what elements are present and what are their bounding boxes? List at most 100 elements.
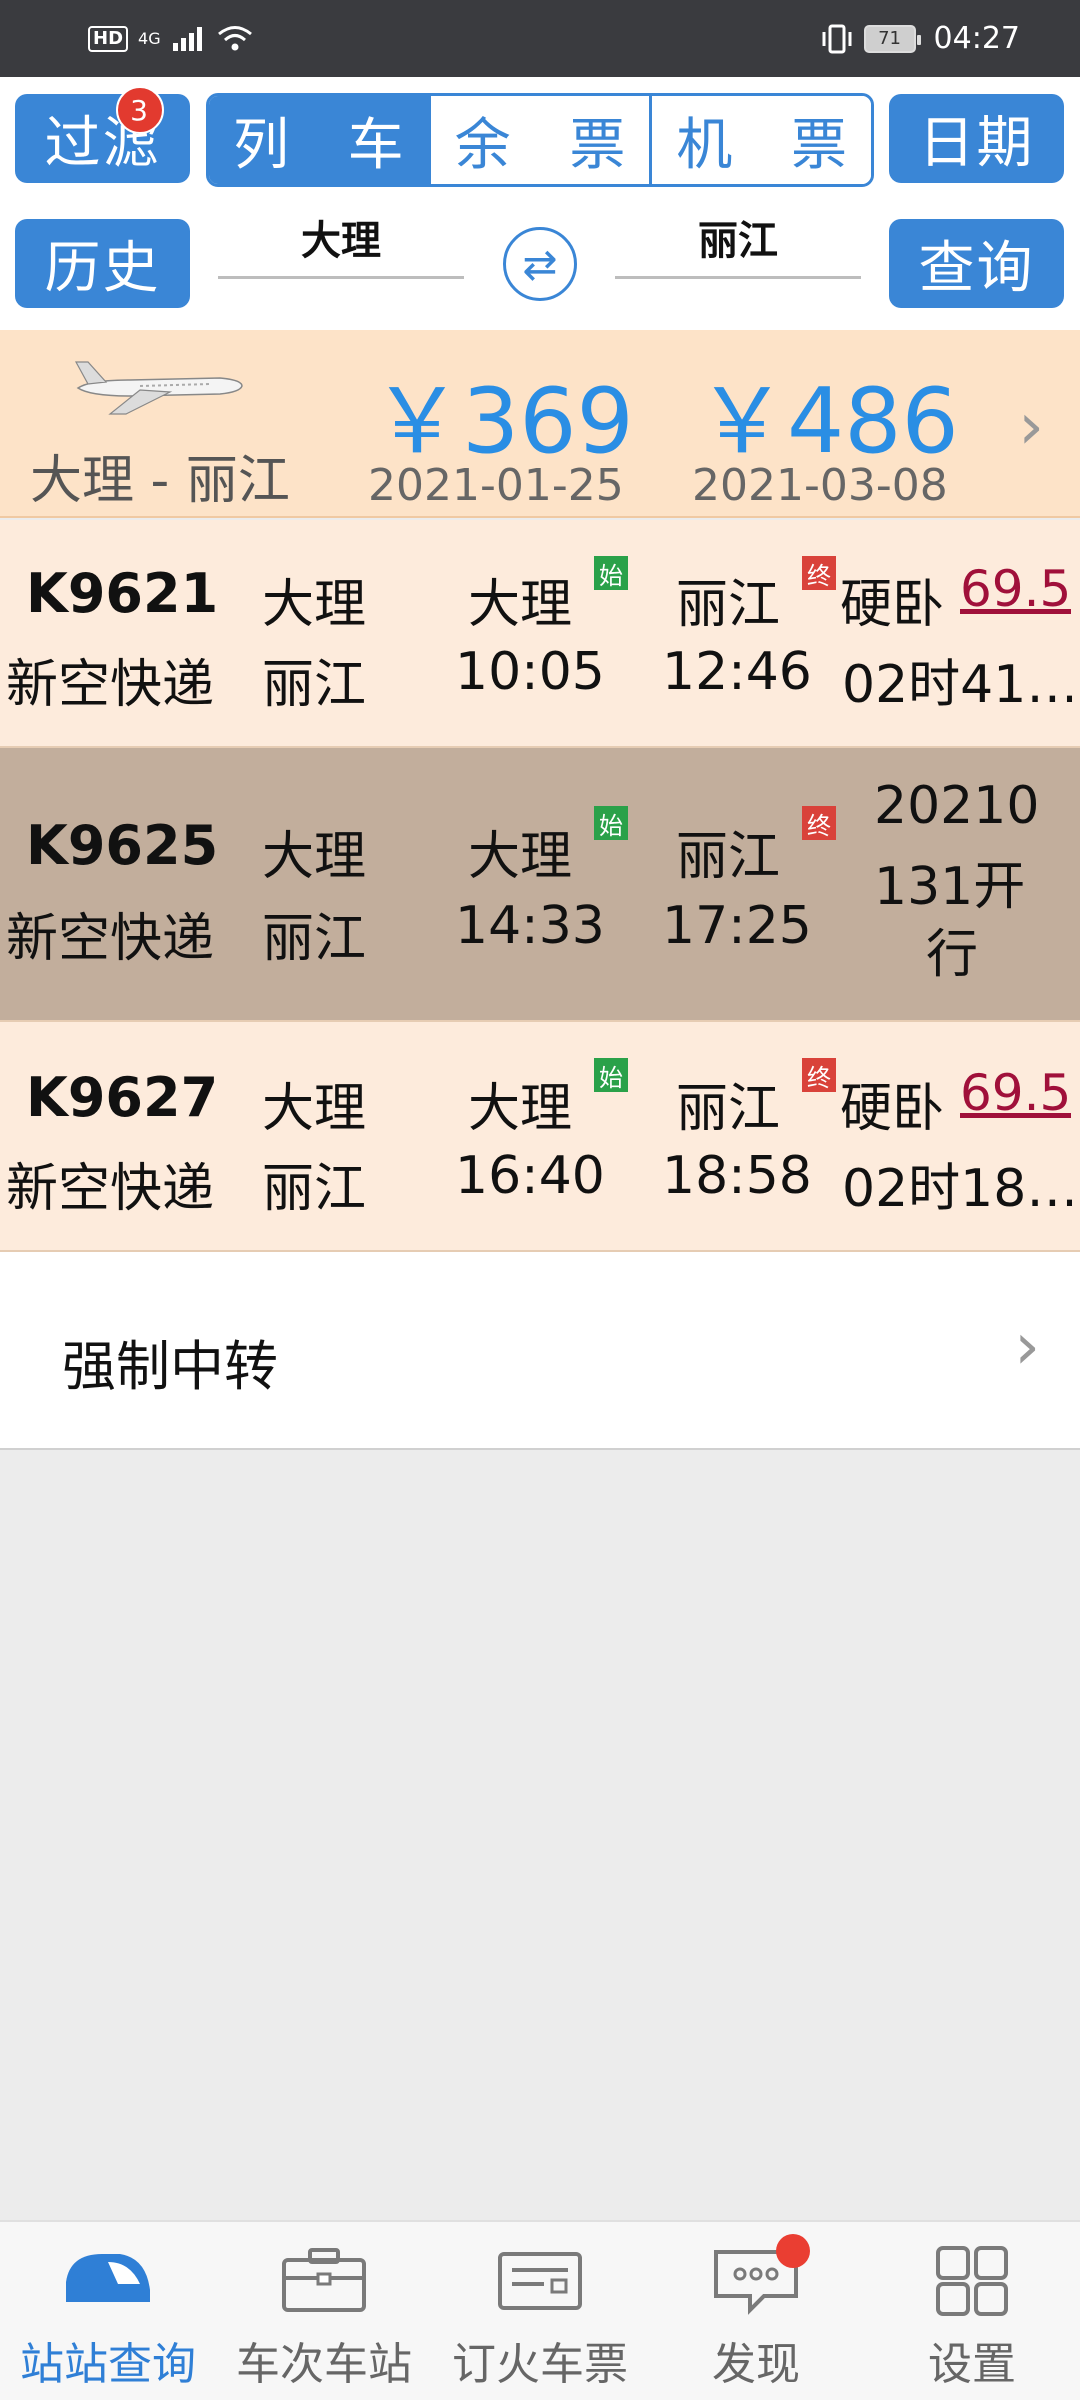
train-code: K9625 [26, 814, 219, 877]
chevron-right-icon: › [1014, 1310, 1040, 1384]
end-station-tag: 终 [802, 806, 836, 840]
nav-settings[interactable]: 设置 [864, 2222, 1080, 2400]
start-date-note-line-1: 20210 [874, 776, 1040, 836]
grid-icon [936, 2246, 1008, 2316]
departure-station: 大理 [468, 1079, 573, 1139]
arrival-station: 丽江 [676, 827, 781, 887]
end-station-tag: 终 [802, 1058, 836, 1092]
chevron-right-icon: › [1018, 390, 1044, 464]
vibrate-icon [822, 24, 852, 53]
wifi-icon [217, 25, 252, 50]
terminal-station: 丽江 [262, 1159, 367, 1219]
nav-station-search-label: 站站查询 [20, 2339, 196, 2390]
clock: 04:27 [933, 21, 1020, 56]
start-station-tag: 始 [594, 1058, 628, 1092]
tab-remaining-tickets[interactable]: 余 票 [427, 96, 650, 184]
tab-remaining-char-1: 余 [454, 112, 511, 178]
seat-type: 硬卧 [840, 1079, 945, 1139]
flight-date-2: 2021-03-08 [692, 460, 948, 511]
forced-transfer-item[interactable]: 强制中转 › [0, 1252, 1080, 1450]
fare-link[interactable]: 69.5 [960, 560, 1071, 618]
terminal-station: 丽江 [262, 909, 367, 969]
status-bar: HD 4G 71 04:27 [0, 0, 1080, 77]
date-label: 日期 [918, 111, 1035, 176]
tab-flights-char-1: 机 [676, 112, 733, 178]
ticket-icon [498, 2252, 582, 2310]
notification-dot [776, 2234, 810, 2268]
status-left: HD 4G [88, 25, 253, 53]
tab-trains-char-1: 列 [233, 112, 289, 178]
departure-station: 大理 [468, 575, 573, 635]
tab-flights[interactable]: 机 票 [649, 96, 871, 184]
seat-type: 硬卧 [840, 575, 945, 635]
train-code: K9621 [26, 562, 219, 625]
start-station-tag: 始 [594, 806, 628, 840]
train-icon [66, 2254, 150, 2302]
flight-route: 大理 - 丽江 [30, 451, 290, 511]
departure-time: 14:33 [455, 896, 605, 956]
tab-trains-char-2: 车 [347, 112, 404, 178]
search-label: 查询 [918, 236, 1035, 301]
to-station-field[interactable]: 丽江 [615, 215, 861, 279]
nav-book-tickets-label: 订火车票 [452, 2339, 628, 2390]
departure-time: 16:40 [455, 1146, 605, 1206]
from-station-field[interactable]: 大理 [218, 215, 464, 279]
arrival-time: 18:58 [662, 1146, 812, 1206]
battery-icon: 71 [863, 24, 921, 53]
search-button[interactable]: 查询 [889, 219, 1064, 308]
end-station-tag: 终 [802, 556, 836, 590]
swap-stations-button[interactable]: ⇄ [503, 227, 577, 301]
history-button[interactable]: 历史 [15, 219, 190, 308]
date-button[interactable]: 日期 [889, 94, 1064, 183]
flight-date-1: 2021-01-25 [368, 460, 624, 511]
briefcase-icon [282, 2248, 366, 2312]
hd-indicator: HD [88, 25, 129, 52]
start-date-note-line-2: 131开 [874, 857, 1026, 917]
flight-price-2: ￥486 [697, 369, 959, 474]
nav-book-tickets[interactable]: 订火车票 [432, 2222, 648, 2400]
origin-station: 大理 [262, 575, 367, 635]
arrival-time: 12:46 [662, 642, 812, 702]
arrival-station: 丽江 [676, 1079, 781, 1139]
departure-station: 大理 [468, 827, 573, 887]
flight-price-banner[interactable]: 大理 - 丽江 ￥369 2021-01-25 ￥486 2021-03-08 … [0, 330, 1080, 518]
network-type: 4G [138, 29, 161, 48]
nav-train-station[interactable]: 车次车站 [216, 2222, 432, 2400]
train-company: 新空快递 [6, 655, 215, 715]
nav-discover[interactable]: 发现 [648, 2222, 864, 2400]
nav-station-search[interactable]: 站站查询 [0, 2222, 216, 2400]
train-row-k9621[interactable]: K9621 新空快递 大理 丽江 大理 始 10:05 丽江 终 12:46 硬… [0, 520, 1080, 748]
train-row-k9627[interactable]: K9627 新空快递 大理 丽江 大理 始 16:40 丽江 终 18:58 硬… [0, 1022, 1080, 1252]
status-right: 71 04:27 [820, 21, 1020, 56]
train-company: 新空快递 [6, 909, 215, 969]
signal-icon [172, 26, 202, 51]
start-date-note-line-3: 行 [926, 925, 979, 985]
nav-discover-label: 发现 [712, 2339, 800, 2390]
terminal-station: 丽江 [262, 655, 367, 715]
flight-price-1: ￥369 [372, 369, 634, 474]
forced-transfer-label: 强制中转 [62, 1335, 278, 1398]
filter-button[interactable]: 过滤 3 [15, 86, 190, 183]
trip-duration: 02时18… [842, 1159, 1072, 1219]
nav-settings-label: 设置 [928, 2339, 1016, 2390]
tab-flights-char-2: 票 [791, 112, 848, 178]
airplane-icon [74, 361, 243, 415]
swap-icon: ⇄ [522, 239, 558, 289]
arrival-station: 丽江 [676, 575, 781, 635]
train-code: K9627 [26, 1066, 219, 1129]
tab-trains[interactable]: 列 车 [209, 96, 428, 184]
nav-train-station-label: 车次车站 [236, 2339, 412, 2390]
origin-station: 大理 [262, 1079, 367, 1139]
tab-remaining-char-2: 票 [569, 112, 626, 178]
fare-link[interactable]: 69.5 [960, 1064, 1071, 1122]
mode-segmented-control: 列 车 余 票 机 票 [206, 93, 874, 187]
departure-time: 10:05 [455, 642, 605, 702]
origin-station: 大理 [262, 827, 367, 887]
history-label: 历史 [44, 236, 161, 301]
train-row-k9625[interactable]: K9625 新空快递 大理 丽江 大理 始 14:33 丽江 终 17:25 2… [0, 748, 1080, 1022]
start-station-tag: 始 [594, 556, 628, 590]
search-controls: 过滤 3 列 车 余 票 机 票 日期 历史 大理 ⇄ 丽江 查询 [0, 77, 1080, 330]
bottom-navigation: 站站查询 车次车站 订火车票 发现 设置 [0, 2220, 1080, 2400]
trip-duration: 02时41… [842, 655, 1072, 715]
train-company: 新空快递 [6, 1159, 215, 1219]
